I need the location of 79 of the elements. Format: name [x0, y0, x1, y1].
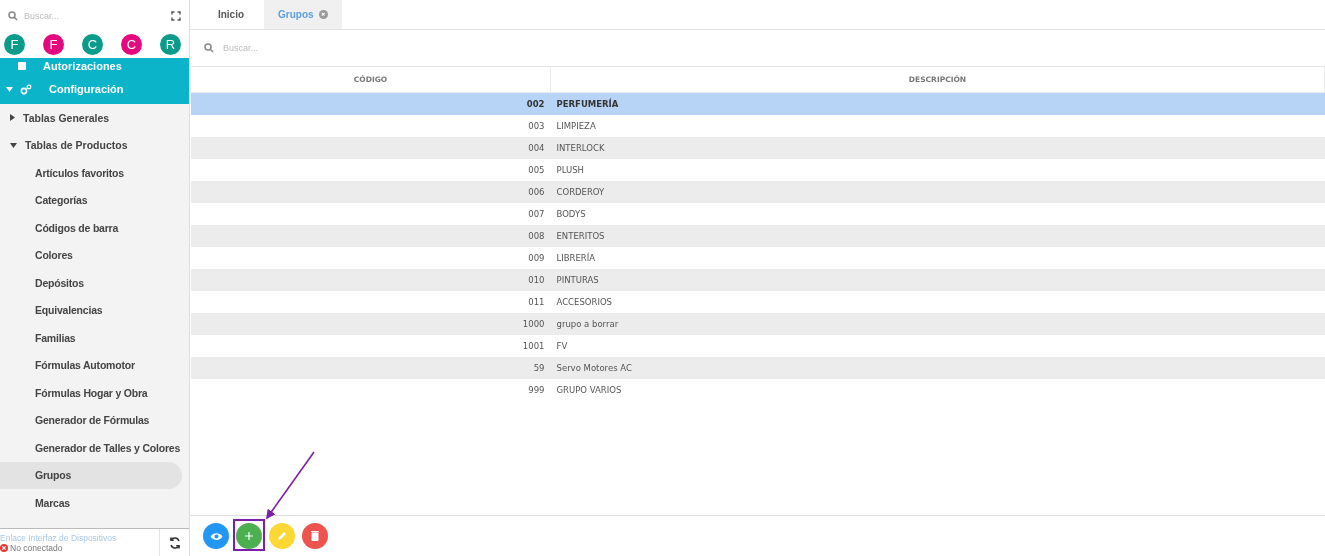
menu-item[interactable]: Categorías: [0, 186, 182, 214]
table-cell: 009: [190, 247, 551, 269]
table-row[interactable]: 008 ENTERITOS: [190, 225, 1325, 247]
gears-icon: [20, 83, 32, 95]
table-cell: 005: [190, 159, 551, 181]
menu-item[interactable]: Familias: [0, 324, 182, 352]
table-row[interactable]: 004 INTERLOCK: [190, 137, 1325, 159]
menu-item[interactable]: Depósitos: [0, 269, 182, 297]
menu-item[interactable]: Códigos de barra: [0, 214, 182, 242]
table-cell: 007: [190, 203, 551, 225]
table-cell: LIMPIEZA: [550, 115, 1325, 137]
table-cell: grupo a borrar: [550, 313, 1325, 335]
table-row[interactable]: 007 BODYS: [190, 203, 1325, 225]
menu-item[interactable]: Artículos favoritos: [0, 159, 182, 187]
tree-item[interactable]: Tablas Generales: [0, 104, 182, 132]
plus-icon: [245, 532, 253, 540]
pencil-icon: [277, 531, 287, 541]
table-cell: 011: [190, 291, 551, 313]
table-cell: 008: [190, 225, 551, 247]
table-row[interactable]: 59 Servo Motores AC: [190, 357, 1325, 379]
table-cell: PINTURAS: [550, 269, 1325, 291]
table-row[interactable]: 005 PLUSH: [190, 159, 1325, 181]
table-row[interactable]: 006 CORDEROY: [190, 181, 1325, 203]
refresh-icon: [167, 535, 182, 550]
caret-icon: [10, 114, 15, 122]
delete-button[interactable]: [302, 523, 328, 549]
add-button[interactable]: [236, 523, 262, 549]
table-cell: Servo Motores AC: [550, 357, 1325, 379]
view-button[interactable]: [203, 523, 229, 549]
table-cell: BODYS: [550, 203, 1325, 225]
table-cell: GRUPO VARIOS: [550, 379, 1325, 401]
table-row[interactable]: 011 ACCESORIOS: [190, 291, 1325, 313]
tree-item[interactable]: Tablas de Productos: [0, 131, 182, 159]
eye-icon: [209, 531, 223, 541]
menu-item[interactable]: Equivalencias: [0, 296, 182, 324]
caret-icon: [6, 86, 13, 92]
trash-icon: [311, 531, 319, 541]
fullscreen-icon[interactable]: [171, 10, 181, 21]
table-cell: 1001: [190, 335, 551, 357]
table-row[interactable]: 1000 grupo a borrar: [190, 313, 1325, 335]
table-row[interactable]: 999 GRUPO VARIOS: [190, 379, 1325, 401]
table-cell: LIBRERÍA: [550, 247, 1325, 269]
table-row[interactable]: 003 LIMPIEZA: [190, 115, 1325, 137]
search-field[interactable]: Buscar...: [221, 42, 342, 54]
table-cell: 004: [190, 137, 551, 159]
connection-status: No conectado: [10, 542, 63, 553]
table-cell: FV: [550, 335, 1325, 357]
menu-item[interactable]: Grupos: [0, 461, 182, 489]
table-cell: 002: [190, 92, 551, 115]
table-cell: 006: [190, 181, 551, 203]
menu-item[interactable]: Colores: [0, 241, 182, 269]
user-avatar[interactable]: C: [121, 34, 142, 55]
menu-item[interactable]: Marcas: [0, 489, 182, 517]
table-cell: PERFUMERÍA: [550, 92, 1325, 115]
menu-item[interactable]: Generador de Talles y Colores: [0, 434, 182, 462]
table-row[interactable]: 009 LIBRERÍA: [190, 247, 1325, 269]
caret-icon: [10, 142, 17, 148]
menu-item[interactable]: Generador de Fórmulas: [0, 406, 182, 434]
table-row[interactable]: 002 PERFUMERÍA: [190, 92, 1325, 115]
table-cell: 59: [190, 357, 551, 379]
tab[interactable]: Inicio: [198, 0, 264, 29]
table-cell: 1000: [190, 313, 551, 335]
search-icon: [8, 10, 18, 21]
search-icon: [204, 43, 214, 53]
table-cell: 999: [190, 379, 551, 401]
table-cell: 010: [190, 269, 551, 291]
table-cell: INTERLOCK: [550, 137, 1325, 159]
square-icon: [18, 62, 26, 70]
table-cell: 003: [190, 115, 551, 137]
menu-item[interactable]: Fórmulas Hogar y Obra: [0, 379, 182, 407]
close-icon[interactable]: [318, 10, 328, 19]
user-avatar[interactable]: F: [43, 34, 64, 55]
table-cell: CORDEROY: [550, 181, 1325, 203]
table-row[interactable]: 1001 FV: [190, 335, 1325, 357]
table-row[interactable]: 010 PINTURAS: [190, 269, 1325, 291]
menu-item[interactable]: Fórmulas Automotor: [0, 351, 182, 379]
table-cell: PLUSH: [550, 159, 1325, 181]
table-cell: ACCESORIOS: [550, 291, 1325, 313]
table-cell: ENTERITOS: [550, 225, 1325, 247]
